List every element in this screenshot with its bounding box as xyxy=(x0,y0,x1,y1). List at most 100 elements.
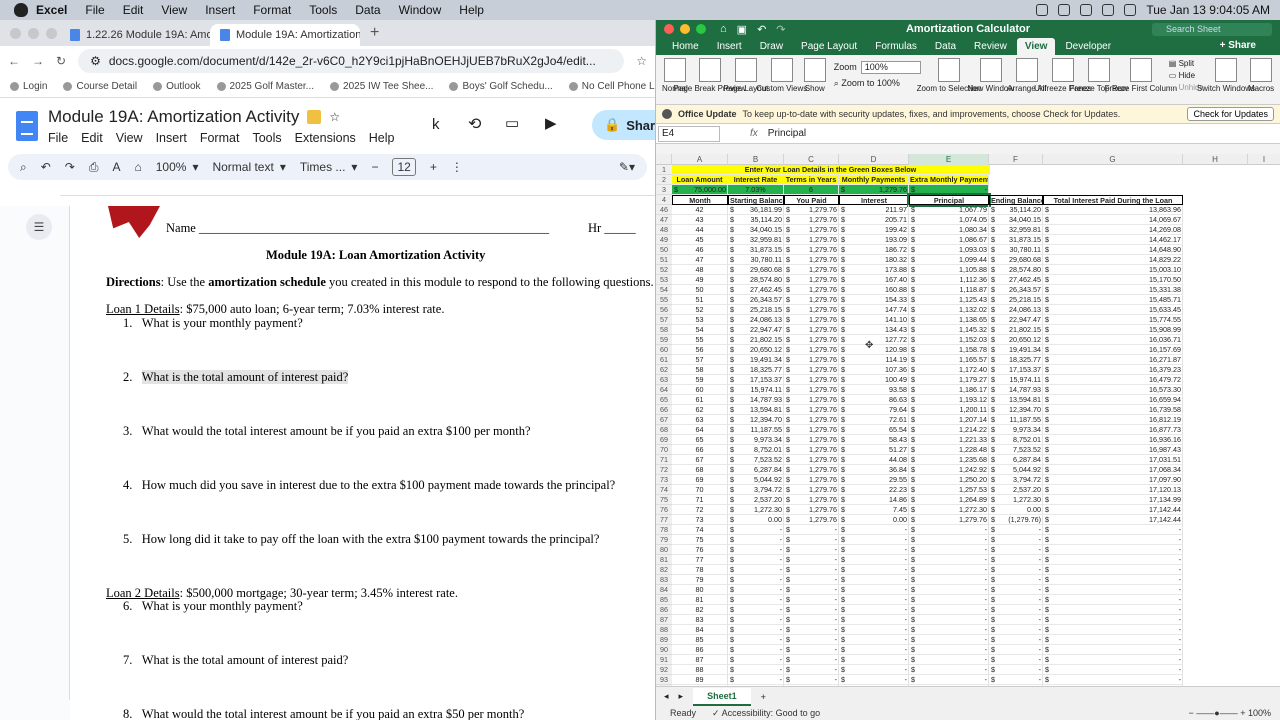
cell[interactable]: $16,479.72 xyxy=(1043,375,1183,385)
cell[interactable]: $31,873.15 xyxy=(989,235,1043,245)
cell[interactable]: $17,097.90 xyxy=(1043,475,1183,485)
input-cell[interactable]: 7.03% xyxy=(728,185,784,195)
row-header[interactable]: 70 xyxy=(656,445,672,455)
cell[interactable]: $- xyxy=(989,545,1043,555)
month-cell[interactable]: 87 xyxy=(672,655,728,665)
minimize-window-icon[interactable] xyxy=(680,24,690,34)
cell[interactable]: $- xyxy=(784,635,839,645)
cell[interactable]: $65.54 xyxy=(839,425,909,435)
cell[interactable]: $- xyxy=(839,565,909,575)
month-cell[interactable]: 59 xyxy=(672,375,728,385)
macros-button[interactable]: Macros xyxy=(1248,58,1274,93)
cell[interactable]: $1,279.76 xyxy=(784,505,839,515)
search-menus-icon[interactable]: ⌕ xyxy=(20,160,27,175)
wifi-icon[interactable] xyxy=(1102,4,1115,16)
cell[interactable]: $- xyxy=(909,575,989,585)
site-info-icon[interactable]: ⚙ xyxy=(90,54,101,68)
cell[interactable]: $35,114.20 xyxy=(989,205,1043,215)
month-cell[interactable]: 86 xyxy=(672,645,728,655)
cell[interactable]: $1,279.76 xyxy=(784,475,839,485)
cell[interactable]: $- xyxy=(909,675,989,685)
cell[interactable]: $- xyxy=(989,645,1043,655)
cell[interactable]: $14,829.22 xyxy=(1043,255,1183,265)
cell[interactable]: $15,974.11 xyxy=(989,375,1043,385)
cell[interactable]: $- xyxy=(784,655,839,665)
cell[interactable]: $- xyxy=(1043,555,1183,565)
maximize-window-icon[interactable] xyxy=(46,28,57,39)
cell[interactable]: $- xyxy=(784,595,839,605)
row-header[interactable]: 65 xyxy=(656,395,672,405)
cell[interactable]: $1,207.14 xyxy=(909,415,989,425)
cell[interactable]: $- xyxy=(839,615,909,625)
cell[interactable]: $29,680.68 xyxy=(728,265,784,275)
cell[interactable]: $- xyxy=(989,555,1043,565)
forward-icon[interactable]: → xyxy=(32,54,44,68)
cell[interactable]: $17,142.44 xyxy=(1043,505,1183,515)
cell[interactable]: $1,235.68 xyxy=(909,455,989,465)
cell[interactable]: $- xyxy=(989,615,1043,625)
month-cell[interactable]: 66 xyxy=(672,445,728,455)
cell[interactable]: $186.72 xyxy=(839,245,909,255)
cell[interactable]: $19,491.34 xyxy=(728,355,784,365)
cell[interactable]: $- xyxy=(1043,645,1183,655)
cell[interactable]: $180.32 xyxy=(839,255,909,265)
reload-icon[interactable]: ↻ xyxy=(56,54,66,68)
row-header[interactable]: 81 xyxy=(656,555,672,565)
doc-title[interactable]: Module 19A: Amortization Activity xyxy=(48,107,299,127)
row-header[interactable]: 87 xyxy=(656,615,672,625)
cell[interactable]: $1,279.76 xyxy=(784,205,839,215)
cell[interactable]: $17,068.34 xyxy=(1043,465,1183,475)
zoom-select[interactable]: 100% ▾ xyxy=(156,160,199,174)
cell[interactable]: $16,659.94 xyxy=(1043,395,1183,405)
cell[interactable]: $1,279.76 xyxy=(784,365,839,375)
cell[interactable]: $1,099.44 xyxy=(909,255,989,265)
month-cell[interactable]: 89 xyxy=(672,675,728,685)
cell[interactable]: $100.49 xyxy=(839,375,909,385)
battery-icon[interactable] xyxy=(1080,4,1093,16)
outline-icon[interactable]: ☰ xyxy=(26,214,52,240)
cell[interactable]: $141.10 xyxy=(839,315,909,325)
cell[interactable]: $25,218.15 xyxy=(989,295,1043,305)
cell[interactable]: $24,086.13 xyxy=(728,315,784,325)
cell[interactable]: $58.43 xyxy=(839,435,909,445)
month-cell[interactable]: 75 xyxy=(672,535,728,545)
cell[interactable]: $114.19 xyxy=(839,355,909,365)
cell[interactable]: $16,157.69 xyxy=(1043,345,1183,355)
cell[interactable]: $1,264.89 xyxy=(909,495,989,505)
cell[interactable]: $1,279.76 xyxy=(784,325,839,335)
cell[interactable]: $15,003.10 xyxy=(1043,265,1183,275)
cell[interactable]: $19,491.34 xyxy=(989,345,1043,355)
cell[interactable]: $- xyxy=(909,565,989,575)
cell[interactable]: $8,752.01 xyxy=(728,445,784,455)
ribbon-tab-insert[interactable]: Insert xyxy=(709,38,750,55)
comment-icon[interactable]: ▭ xyxy=(505,114,519,132)
cell[interactable]: $0.00 xyxy=(989,505,1043,515)
cell[interactable]: $- xyxy=(839,555,909,565)
cell[interactable]: $14,269.08 xyxy=(1043,225,1183,235)
docs-menu-edit[interactable]: Edit xyxy=(81,131,103,145)
minimize-window-icon[interactable] xyxy=(28,28,39,39)
bookmark-star-icon[interactable]: ☆ xyxy=(636,54,647,68)
cell[interactable]: $- xyxy=(839,585,909,595)
cell[interactable]: $16,812.19 xyxy=(1043,415,1183,425)
cell[interactable]: $7,523.52 xyxy=(989,445,1043,455)
cell[interactable]: $1,193.12 xyxy=(909,395,989,405)
cell[interactable]: $1,145.32 xyxy=(909,325,989,335)
cell[interactable]: $1,279.76 xyxy=(784,465,839,475)
docs-menu-file[interactable]: File xyxy=(48,131,68,145)
cell[interactable]: $34,040.15 xyxy=(728,225,784,235)
cell[interactable]: $- xyxy=(989,675,1043,685)
fx-icon[interactable]: fx xyxy=(750,128,758,139)
month-cell[interactable]: 74 xyxy=(672,525,728,535)
cell[interactable]: $1,080.34 xyxy=(909,225,989,235)
row-header[interactable]: 84 xyxy=(656,585,672,595)
month-cell[interactable]: 47 xyxy=(672,255,728,265)
cell[interactable]: $199.42 xyxy=(839,225,909,235)
ribbon-tab-view[interactable]: View xyxy=(1016,38,1056,55)
column-header-c[interactable]: C xyxy=(784,154,839,165)
cell[interactable]: $20,650.12 xyxy=(989,335,1043,345)
cell[interactable]: $1,279.76 xyxy=(784,515,839,525)
cell[interactable]: $16,573.30 xyxy=(1043,385,1183,395)
cell[interactable]: $193.09 xyxy=(839,235,909,245)
column-header-b[interactable]: B xyxy=(728,154,784,165)
